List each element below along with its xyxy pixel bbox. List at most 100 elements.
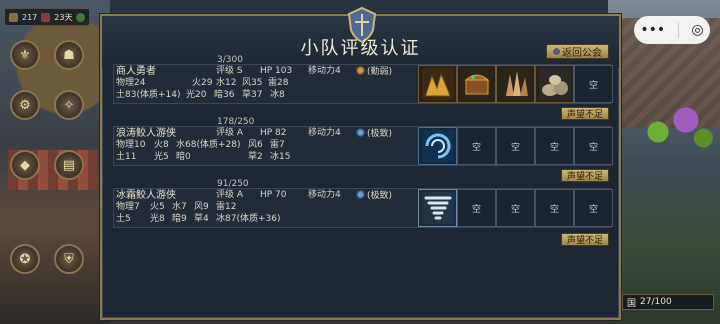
- gold-ore-icon: [421, 68, 454, 100]
- calendar-icon: [41, 12, 51, 22]
- insufficient-reputation-button[interactable]: 声望不足: [561, 233, 610, 246]
- map-menu-icon[interactable]: ✪: [10, 244, 40, 274]
- stat: 雷7: [270, 140, 285, 150]
- stat: 土11: [116, 152, 137, 162]
- stat: 火5: [150, 202, 165, 212]
- stat: 冰15: [270, 152, 291, 162]
- empty-slot[interactable]: 空: [457, 189, 496, 227]
- empty-slot[interactable]: 空: [457, 127, 496, 165]
- stat: 物理24: [116, 78, 146, 88]
- empty-slot[interactable]: 空: [574, 189, 613, 227]
- shield-menu-icon[interactable]: ⛨: [54, 244, 84, 274]
- squad-panel: 浪涛鲛人游侠 评级 A HP 82 移动力4 (极致) 物理10 火8 水68(…: [113, 126, 613, 166]
- empty-slot[interactable]: 空: [496, 189, 535, 227]
- more-menu-icon[interactable]: •••: [640, 22, 665, 38]
- rank-badge-icon: [356, 66, 365, 75]
- empty-slot[interactable]: 空: [535, 189, 574, 227]
- squad-hp: HP 70: [260, 190, 287, 200]
- slot-frost-tornado[interactable]: [418, 189, 457, 227]
- squad-move: 移动力4: [308, 190, 341, 200]
- stat: 风35: [242, 78, 263, 88]
- squad-hp: HP 82: [260, 128, 287, 138]
- squad-rating: 评级 S: [216, 66, 243, 76]
- stat: 光20: [186, 90, 207, 100]
- bag-menu-icon[interactable]: ◆: [10, 150, 40, 180]
- close-program-icon[interactable]: ◎: [691, 22, 703, 38]
- squad-rank: (勤弱): [356, 66, 392, 78]
- book-menu-icon[interactable]: ▤: [54, 150, 84, 180]
- day-value: 23天: [54, 12, 73, 22]
- stat: 物理7: [116, 202, 140, 212]
- squad-name: 冰霜鲛人游侠: [116, 190, 176, 201]
- frost-tornado-icon: [421, 192, 454, 224]
- country-icon: 国: [627, 298, 637, 309]
- stat: 水7: [172, 202, 187, 212]
- squad-info: 冰霜鲛人游侠 评级 A HP 70 移动力4 (极致) 物理7 火5 水7 风9…: [116, 190, 416, 226]
- dialog-title: 小队评级认证: [300, 38, 421, 59]
- return-guild-button[interactable]: 返回公会: [546, 44, 609, 59]
- slot-gold-ore[interactable]: [418, 65, 457, 103]
- stat: 冰87(体质+36): [216, 214, 281, 224]
- insufficient-reputation-button[interactable]: 声望不足: [561, 169, 610, 182]
- stat: 土83(体质+14): [116, 90, 181, 100]
- clover-icon: [76, 12, 86, 22]
- stat: 冰8: [270, 90, 285, 100]
- stat: 雷12: [216, 202, 237, 212]
- empty-slot[interactable]: 空: [535, 127, 574, 165]
- stat: 暗0: [176, 152, 191, 162]
- guild-menu-icon[interactable]: ⚜: [10, 40, 40, 70]
- slot-rock-pile[interactable]: [535, 65, 574, 103]
- empty-slot[interactable]: 空: [574, 65, 613, 103]
- equipment-slots: 空: [418, 65, 613, 103]
- squad-rating-dialog: 小队评级认证 返回公会 3/300 商人勇者 评级 S HP 103 移动力4 …: [100, 6, 621, 320]
- squad-info: 商人勇者 评级 S HP 103 移动力4 (勤弱) 物理24 火29 水12 …: [116, 66, 416, 102]
- stat: 草4: [194, 214, 209, 224]
- squad-name: 浪涛鲛人游侠: [116, 128, 176, 139]
- stat: 风9: [194, 202, 209, 212]
- stat: 暗9: [172, 214, 187, 224]
- stat: 草37: [242, 90, 263, 100]
- squad-name: 商人勇者: [116, 66, 156, 77]
- treasure-chest-icon: [460, 68, 493, 100]
- level-icon: [9, 12, 18, 22]
- compass-menu-icon[interactable]: ✧: [54, 90, 84, 120]
- stat: 风6: [248, 140, 263, 150]
- stat: 草2: [248, 152, 263, 162]
- squad-hp: HP 103: [260, 66, 293, 76]
- empty-slot[interactable]: 空: [496, 127, 535, 165]
- stat: 光8: [150, 214, 165, 224]
- rock-pile-icon: [538, 68, 571, 100]
- stat: 物理10: [116, 140, 146, 150]
- level-value: 217: [22, 12, 38, 22]
- return-guild-label: 返回公会: [562, 48, 602, 59]
- empty-slot[interactable]: 空: [574, 127, 613, 165]
- slot-water-vortex[interactable]: [418, 127, 457, 165]
- squad-rating: 评级 A: [216, 190, 244, 200]
- slot-treasure-chest[interactable]: [457, 65, 496, 103]
- squad-rank: (极致): [356, 190, 392, 202]
- slot-crystal-shards[interactable]: [496, 65, 535, 103]
- stat: 土5: [116, 214, 131, 224]
- equipment-slots: 空 空 空 空: [418, 127, 613, 165]
- potion-bottles: [644, 96, 714, 156]
- insufficient-reputation-button[interactable]: 声望不足: [561, 107, 610, 120]
- team-menu-icon[interactable]: ☗: [54, 40, 84, 70]
- crystal-shards-icon: [499, 68, 532, 100]
- squad-panel: 冰霜鲛人游侠 评级 A HP 70 移动力4 (极致) 物理7 火5 水7 风9…: [113, 188, 613, 228]
- stat: 水12: [216, 78, 237, 88]
- squad-move: 移动力4: [308, 128, 341, 138]
- stat: 火8: [154, 140, 169, 150]
- squad-panel: 商人勇者 评级 S HP 103 移动力4 (勤弱) 物理24 火29 水12 …: [113, 64, 613, 104]
- mini-program-capsule: ••• ◎: [634, 16, 710, 44]
- capacity-counter: 国 27/100: [622, 294, 714, 310]
- squad-rating: 评级 A: [216, 128, 244, 138]
- background-right-scene: [608, 0, 720, 324]
- equipment-slots: 空 空 空 空: [418, 189, 613, 227]
- water-vortex-icon: [421, 130, 454, 162]
- settings-menu-icon[interactable]: ⚙: [10, 90, 40, 120]
- squad-move: 移动力4: [308, 66, 341, 76]
- return-icon: [553, 48, 560, 55]
- stat: 水68(体质+28): [176, 140, 241, 150]
- rank-badge-icon: [356, 190, 365, 199]
- squad-info: 浪涛鲛人游侠 评级 A HP 82 移动力4 (极致) 物理10 火8 水68(…: [116, 128, 416, 164]
